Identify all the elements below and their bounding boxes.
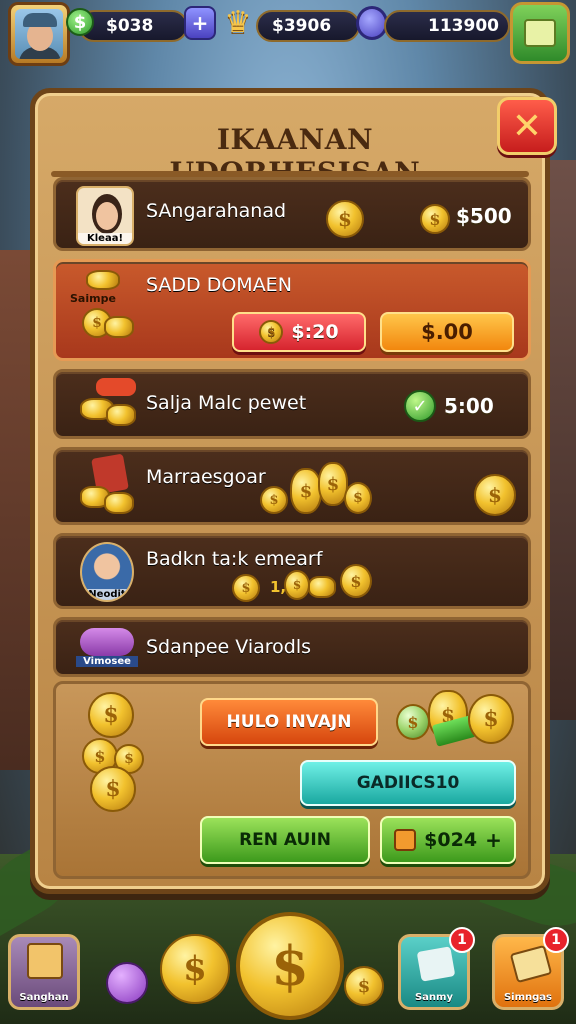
coin-icon: $ xyxy=(232,574,260,602)
list-item[interactable]: Kleaa! SAngarahanad $ $ $500 xyxy=(53,177,531,251)
coin-stack-icon xyxy=(86,270,120,290)
coin-icon: $ xyxy=(474,474,516,516)
notification-badge: 1 xyxy=(543,927,569,953)
coin-icon: $ xyxy=(290,468,322,514)
coin-icon: $ xyxy=(160,934,230,1004)
row-price: $500 xyxy=(456,204,512,228)
coin-icon: $ xyxy=(468,694,514,744)
notification-badge: 1 xyxy=(449,927,475,953)
button-label: REN AUIN xyxy=(239,830,331,850)
nav-label: Sanmy xyxy=(414,992,453,1003)
shop-panel: IKAANAN UDORHESISAN ✕ Kleaa! SAngarahana… xyxy=(30,88,557,894)
coin-icon xyxy=(106,404,136,426)
row-label: Salja Malc pewet xyxy=(146,392,307,414)
coin-icon xyxy=(104,316,134,338)
row-label: Marraesgoar xyxy=(146,466,266,488)
coin-icon: $ xyxy=(90,766,136,812)
coin-icon: $ xyxy=(284,570,310,600)
list-item[interactable]: Salja Malc pewet ✓ 5:00 xyxy=(53,369,531,439)
money-icon: $ xyxy=(66,8,94,36)
icon-caption: Saimpe xyxy=(70,292,116,305)
gadiics-button[interactable]: GADIICS10 xyxy=(300,760,516,806)
coin-icon: $ xyxy=(259,320,284,344)
coin-icon: $ xyxy=(344,966,384,1006)
row-label: SAngarahanad xyxy=(146,200,287,222)
row-label: Sdanpee Viarodls xyxy=(146,636,312,658)
row-price: 5:00 xyxy=(444,394,494,418)
gem-value: 113900 xyxy=(428,16,499,36)
pouch-icon xyxy=(96,378,136,396)
shop-icon xyxy=(524,19,556,47)
close-icon: ✕ xyxy=(511,105,543,147)
close-button[interactable]: ✕ xyxy=(497,97,557,155)
buy-button-red[interactable]: $ $:20 xyxy=(232,312,366,352)
button-label: HULO INVAJN xyxy=(226,712,352,732)
trophy-icon: ♛ xyxy=(224,4,252,40)
nav-item-simngas[interactable]: Simngas 1 xyxy=(492,927,569,1010)
box-icon xyxy=(394,829,417,851)
plus-icon: + xyxy=(485,828,502,852)
portrait-caption: Neodit xyxy=(82,589,132,600)
chest-icon xyxy=(27,943,63,979)
character-portrait: Kleaa! xyxy=(76,186,134,246)
list-item-selected[interactable]: $ Saimpe SADD DOMAEN $ $:20 $.00 xyxy=(53,259,531,361)
coin-icon: $ xyxy=(344,482,372,514)
row-label: SADD DOMAEN xyxy=(146,274,292,296)
buy-button-orange[interactable]: $.00 xyxy=(380,312,514,352)
reward-section: $ $ $ $ HULO INVAJN $ $ $ GADIICS10 REN … xyxy=(53,681,531,879)
list-item[interactable]: Marraesgoar $ $ $ $ $ xyxy=(53,447,531,525)
list-item[interactable]: Vimosee Sdanpee Viarodls xyxy=(53,617,531,677)
gem-icon xyxy=(106,962,148,1004)
piggy-bank-icon xyxy=(80,628,134,656)
coin-icon xyxy=(308,576,336,598)
coin-icon: $ xyxy=(396,704,430,740)
coin-icon: $ xyxy=(340,564,372,598)
bottom-navigation: Sanghan $ $ $ Sanmy 1 Simngas 1 xyxy=(0,912,576,1024)
central-coin-button[interactable]: $ xyxy=(236,912,344,1020)
nav-item-sanghan[interactable]: Sanghan xyxy=(8,934,80,1010)
ticket-icon xyxy=(416,946,456,982)
icon-caption: Vimosee xyxy=(76,656,138,667)
character-portrait: Neodit xyxy=(80,542,134,602)
portrait-caption: Kleaa! xyxy=(78,233,132,244)
row-label: Badkn ta:k emearf xyxy=(146,548,323,570)
add-gem-icon[interactable]: + xyxy=(184,6,216,40)
nav-label: Sanghan xyxy=(19,992,69,1003)
list-item[interactable]: Neodit Badkn ta:k emearf $ 1, $ $ xyxy=(53,533,531,609)
top-hud: $038 $ + ♛ $3906 113900 xyxy=(0,0,576,70)
buy-button-label: $:20 xyxy=(291,321,339,343)
trophy-counter: $3906 xyxy=(256,10,360,42)
money-value: $038 xyxy=(106,16,154,36)
coin-icon xyxy=(104,492,134,514)
purchase-button[interactable]: $024 + xyxy=(380,816,516,864)
buy-button-label: $.00 xyxy=(421,320,473,344)
nav-label: Simngas xyxy=(503,992,553,1003)
coin-icon: $ xyxy=(326,200,364,238)
trophy-value: $3906 xyxy=(272,16,332,36)
gem-counter: 113900 xyxy=(384,10,510,42)
ren-auin-button[interactable]: REN AUIN xyxy=(200,816,370,864)
coin-icon: $ xyxy=(420,204,450,234)
check-icon: ✓ xyxy=(404,390,436,422)
shop-button[interactable] xyxy=(510,2,570,64)
money-counter: $038 xyxy=(78,10,188,42)
button-label: GADIICS10 xyxy=(356,773,460,793)
coin-icon: $ xyxy=(88,692,134,738)
nav-item-sanmy[interactable]: Sanmy 1 xyxy=(398,927,475,1010)
hulo-invajn-button[interactable]: HULO INVAJN xyxy=(200,698,378,746)
gold-bar-icon xyxy=(509,944,553,984)
coin-icon: $ xyxy=(260,486,288,514)
player-avatar[interactable] xyxy=(8,2,70,66)
button-label: $024 xyxy=(424,829,478,851)
